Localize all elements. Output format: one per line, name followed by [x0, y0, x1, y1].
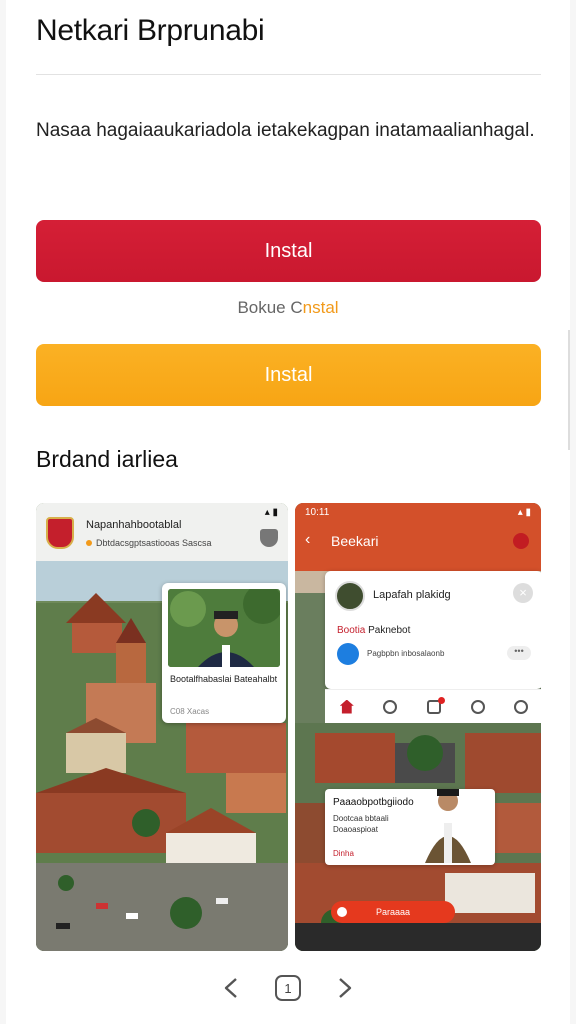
screenshot-pager: 1	[6, 975, 570, 1001]
page-title: Netkari Brprunabi	[36, 14, 265, 47]
title-divider	[36, 74, 541, 75]
profile-card: Lapafah plakidg × Bootia Paknebot Pagbpb…	[325, 571, 541, 689]
chat-icon	[426, 696, 445, 714]
more-icon: •••	[507, 646, 531, 660]
profile-line: Pagbpbn inbosalaonb	[367, 649, 445, 658]
shield-icon	[260, 529, 278, 547]
app-screenshot-1[interactable]: ▴ ▮ Napanhahbootablal Dbtdacsgptsastiooa…	[36, 503, 288, 951]
feed-subtitle: Dootcaa bbtaali Doaoaspioat	[333, 814, 389, 834]
city-aerial-image	[36, 503, 288, 951]
alt-install-accent: nstal	[302, 298, 339, 317]
feed-tag: Dinha	[333, 849, 354, 858]
status-bar-2: 10:11 ▴ ▮	[305, 506, 531, 518]
app-install-page: Netkari Brprunabi Nasaa hagaiaaukariadol…	[6, 0, 570, 1024]
profile-icon	[514, 699, 529, 714]
profile-name: Lapafah plakidg	[373, 589, 451, 601]
screenshot-1-header: ▴ ▮ Napanhahbootablal Dbtdacsgptsastiooa…	[36, 503, 288, 561]
screenshot-1-app-name: Napanhahbootablal	[86, 519, 182, 531]
facebook-icon	[337, 643, 359, 665]
location-icon	[383, 699, 398, 714]
tab-bar	[325, 689, 541, 723]
close-icon: ×	[513, 583, 533, 603]
person-photo	[168, 589, 280, 667]
back-icon: ‹	[305, 531, 311, 548]
news-meta: C08 Xacas	[170, 707, 210, 716]
scrollbar[interactable]	[568, 330, 570, 450]
page-indicator: 1	[275, 975, 301, 1001]
screenshot-2-app-name: Beekari	[331, 533, 379, 549]
screenshot-2-header: 10:11 ▴ ▮ ‹ Beekari	[295, 503, 541, 571]
status-time: 10:11	[305, 506, 330, 518]
profile-tag-rest: Paknebot	[368, 625, 411, 636]
person-figure	[425, 789, 471, 863]
install-button-primary[interactable]: Instal	[36, 220, 541, 282]
next-arrow-icon[interactable]	[335, 975, 355, 1001]
crest-logo-icon	[46, 517, 74, 549]
profile-tag: Bootia Paknebot	[337, 625, 410, 636]
alt-install-prefix: Bokue C	[237, 298, 303, 317]
prev-arrow-icon[interactable]	[221, 975, 241, 1001]
search-icon	[470, 699, 485, 714]
feed-title: Paaaobpotbgiiodo	[333, 797, 414, 808]
alt-install-link[interactable]: Bokue Cnstal	[6, 298, 570, 318]
news-card: Bootalfhabaslai Bateahalbt C08 Xacas	[162, 583, 286, 723]
profile-tag-prefix: Bootia	[337, 625, 366, 636]
avatar	[335, 581, 365, 611]
app-description: Nasaa hagaiaaukariadola ietakekagpan ina…	[36, 120, 535, 141]
home-icon	[339, 699, 354, 714]
heart-icon	[513, 533, 529, 549]
app-screenshot-2[interactable]: 10:11 ▴ ▮ ‹ Beekari Lapafah plakidg × Boo…	[295, 503, 541, 951]
install-button-secondary[interactable]: Instal	[36, 344, 541, 406]
news-title: Bootalfhabaslai Bateahalbt	[170, 674, 278, 684]
screenshots-heading: Brdand iarliea	[36, 446, 178, 472]
screenshot-1-subtitle: Dbtdacsgptsastiooas Sascsa	[86, 538, 212, 548]
cta-button: Paraaaa	[331, 901, 455, 923]
